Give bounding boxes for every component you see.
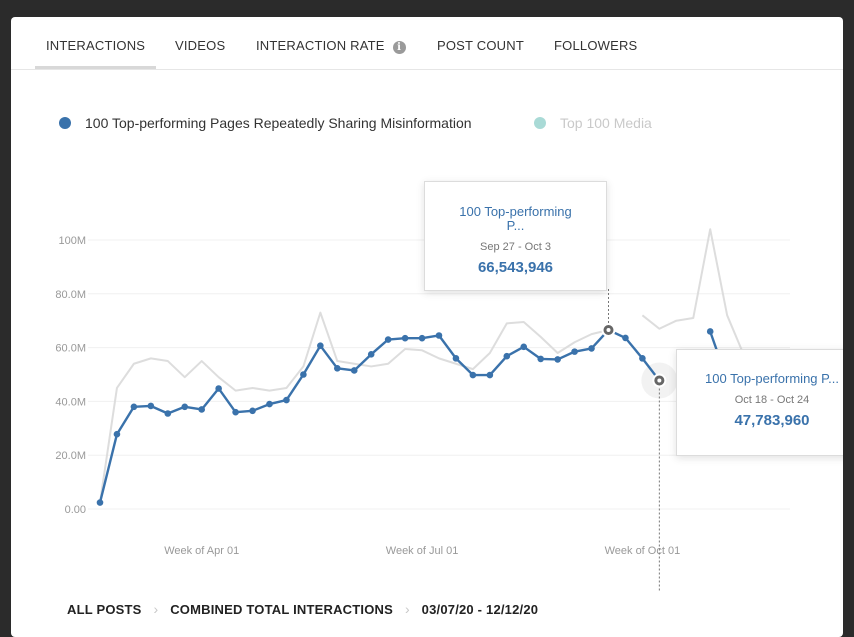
series-line-top-media (641, 228, 746, 357)
data-point (384, 336, 392, 343)
data-point (198, 406, 205, 413)
data-point (554, 356, 561, 363)
data-point (232, 408, 239, 416)
highlighted-point-center (657, 378, 662, 383)
breadcrumb: ALL POSTS › COMBINED TOTAL INTERACTIONS … (67, 601, 538, 617)
y-tick-label: 80.0M (55, 289, 86, 301)
data-point (486, 371, 494, 379)
data-point (147, 402, 155, 410)
data-point (537, 355, 544, 363)
y-tick-label: 40.0M (55, 396, 86, 408)
data-point (350, 367, 358, 374)
tooltip-value: 66,543,946 (477, 259, 554, 276)
data-point (435, 332, 443, 339)
y-tick-label: 0.00 (65, 504, 86, 516)
breadcrumb-metric[interactable]: COMBINED TOTAL INTERACTIONS (170, 602, 393, 617)
data-point (418, 334, 426, 342)
data-point (113, 430, 121, 438)
data-point (215, 385, 222, 392)
x-tick-label: Week of Oct 01 (605, 545, 681, 557)
breadcrumb-date-range[interactable]: 03/07/20 - 12/12/20 (422, 602, 539, 617)
data-point (334, 365, 341, 372)
tooltip-date: Sep 27 - Oct 3 (480, 241, 551, 253)
chevron-right-icon: › (404, 601, 410, 617)
y-tick-label: 100M (58, 235, 86, 247)
y-tick-label: 20.0M (55, 450, 86, 462)
data-point (588, 345, 595, 352)
series-line-top-media (99, 311, 609, 503)
data-point (520, 343, 528, 351)
tooltip-date: Oct 18 - Oct 24 (734, 394, 810, 406)
highlighted-point-center (606, 327, 611, 332)
data-point (96, 499, 104, 506)
tooltip-peak: 100 Top-performing P... Sep 27 - Oct 3 6… (424, 181, 607, 291)
data-point (452, 355, 460, 362)
data-point (300, 371, 307, 378)
breadcrumb-all-posts[interactable]: ALL POSTS (67, 602, 142, 617)
tooltip-value: 47,783,960 (734, 412, 810, 429)
data-point (571, 348, 578, 355)
data-point (249, 407, 256, 415)
data-point (283, 396, 290, 404)
data-point (706, 328, 714, 335)
series-line-misinformation-pages (98, 328, 661, 503)
data-point (317, 342, 324, 350)
data-point (181, 403, 189, 411)
data-point (266, 400, 273, 408)
data-point (622, 334, 629, 342)
y-tick-label: 60.0M (55, 343, 86, 355)
data-point (503, 352, 511, 360)
data-point (130, 403, 138, 411)
data-point (639, 355, 646, 362)
line-chart: 0.00 20.0M 40.0M 60.0M 80.0M 100M Week of Apr … (55, 228, 790, 592)
data-point (164, 410, 172, 417)
chevron-right-icon: › (153, 601, 159, 617)
tooltip-hover: 100 Top-performing P... Oct 18 - Oct 24 … (676, 349, 843, 456)
data-point (469, 371, 477, 379)
x-tick-label: Week of Apr 01 (164, 545, 239, 557)
tooltip-series-name: 100 Top-performing P... (705, 371, 839, 386)
tooltip-series-name: 100 Top-performing P... (459, 204, 572, 233)
data-point (401, 334, 409, 342)
chart-card: INTERACTIONS VIDEOS INTERACTION RATE i PO… (11, 17, 843, 637)
x-tick-label: Week of Jul 01 (386, 545, 459, 557)
data-point (367, 351, 375, 358)
